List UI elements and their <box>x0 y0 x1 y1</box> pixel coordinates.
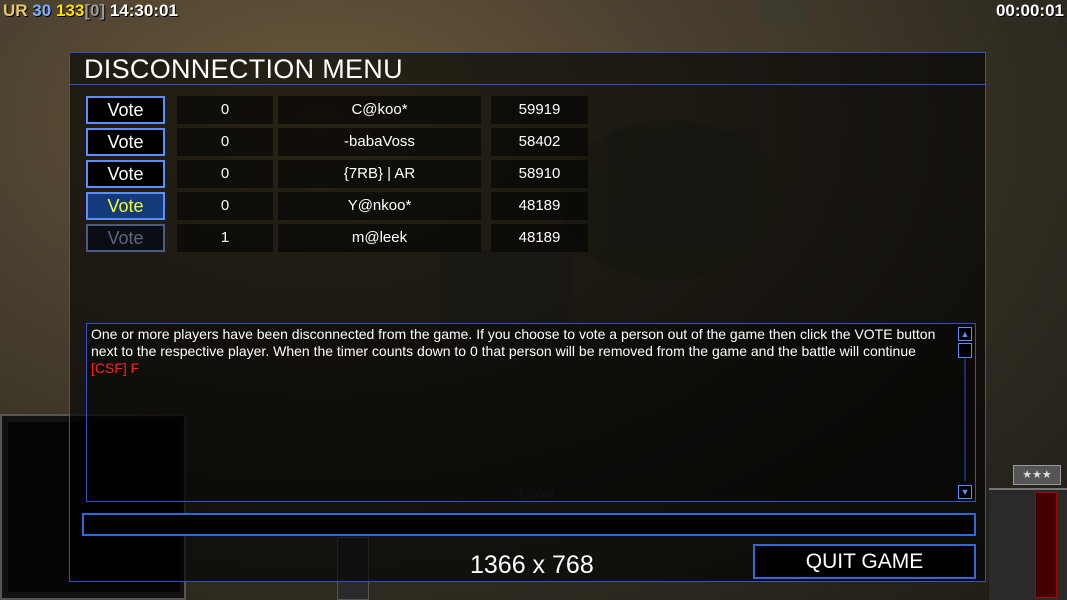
up-arrow-icon[interactable]: ▲ <box>958 327 972 341</box>
vote-count: 0 <box>177 160 273 188</box>
message-text: One or more players have been disconnect… <box>91 326 953 377</box>
player-name: m@leek <box>278 224 481 252</box>
player-name: {7RB} | AR <box>278 160 481 188</box>
player-ping: 48189 <box>491 224 588 252</box>
player-name: Y@nkoo* <box>278 192 481 220</box>
player-ping: 58910 <box>491 160 588 188</box>
chat-line: [CSF] F <box>91 360 140 376</box>
chat-input[interactable] <box>82 513 976 536</box>
hud-clock: 14:30:01 <box>109 1 178 20</box>
game-timer: 00:00:01 <box>995 1 1064 20</box>
player-ping: 58402 <box>491 128 588 156</box>
hud-latency: 133 <box>55 1 85 20</box>
rank-stars-icon: ★★★ <box>1013 465 1061 485</box>
scroll-thumb[interactable] <box>958 343 972 358</box>
hud-prefix: UR <box>3 1 28 20</box>
player-ping: 48189 <box>491 192 588 220</box>
scroll-track <box>964 359 966 481</box>
vote-count: 0 <box>177 128 273 156</box>
player-name: C@koo* <box>278 96 481 124</box>
player-ping: 59919 <box>491 96 588 124</box>
vote-button[interactable]: Vote <box>86 224 165 252</box>
player-row: Vote 0 {7RB} | AR 58910 <box>86 160 588 188</box>
vote-button[interactable]: Vote <box>86 128 165 156</box>
down-arrow-icon[interactable]: ▼ <box>958 485 972 499</box>
vote-count: 1 <box>177 224 273 252</box>
scrollbar[interactable]: ▲ ▼ <box>958 325 974 500</box>
player-row: Vote 1 m@leek 48189 <box>86 224 588 252</box>
player-row: Vote 0 Y@nkoo* 48189 <box>86 192 588 220</box>
building <box>760 0 810 24</box>
power-meter <box>1035 492 1057 598</box>
vote-button[interactable]: Vote <box>86 160 165 188</box>
quit-game-button[interactable]: QUIT GAME <box>753 544 976 579</box>
vote-button[interactable]: Vote <box>86 96 165 124</box>
hud-frame: [0] <box>84 1 106 20</box>
player-name: -babaVoss <box>278 128 481 156</box>
message-log[interactable]: One or more players have been disconnect… <box>86 323 976 502</box>
vote-count: 0 <box>177 96 273 124</box>
disconnection-menu: DISCONNECTION MENU Vote 0 C@koo* 59919 V… <box>69 52 986 582</box>
resolution-label: 1366 x 768 <box>470 551 594 579</box>
hud-stats: UR 30 133[0] 14:30:01 <box>3 1 178 21</box>
menu-title: DISCONNECTION MENU <box>70 53 985 85</box>
player-row: Vote 0 -babaVoss 58402 <box>86 128 588 156</box>
hud-fps: 30 <box>32 1 52 20</box>
vote-count: 0 <box>177 192 273 220</box>
disconnect-message: One or more players have been disconnect… <box>91 326 936 359</box>
vote-button[interactable]: Vote <box>86 192 165 220</box>
player-row: Vote 0 C@koo* 59919 <box>86 96 588 124</box>
